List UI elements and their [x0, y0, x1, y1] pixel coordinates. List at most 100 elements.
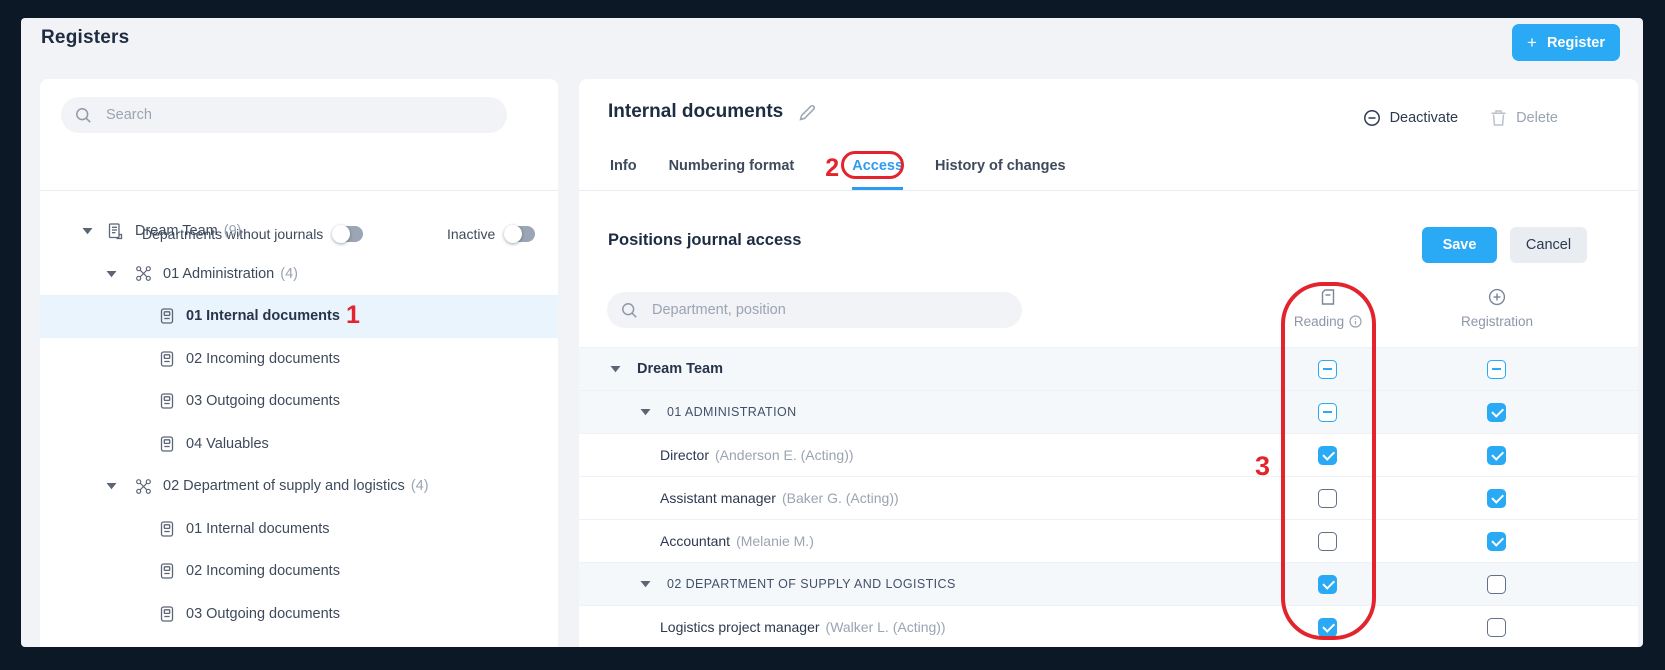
deactivate-label: Deactivate	[1390, 110, 1459, 126]
chevron-down-icon[interactable]	[82, 227, 94, 235]
chevron-down-icon[interactable]	[610, 365, 621, 373]
registration-checkbox[interactable]	[1487, 618, 1506, 637]
tree-item-label: 01 Internal documents	[186, 521, 329, 537]
tree-item-count: (9)	[224, 223, 242, 239]
tree-item[interactable]: 03 Outgoing documents	[40, 380, 558, 423]
positions-search-field[interactable]	[607, 292, 1022, 328]
plus-icon: +	[1527, 34, 1537, 51]
tree-item[interactable]: 02 Incoming documents	[40, 550, 558, 593]
tree-item[interactable]: Dream Team (9)	[40, 210, 558, 253]
tab-label: Access	[852, 158, 903, 174]
tree-item-label: Dream Team	[135, 223, 218, 239]
access-row: 01 ADMINISTRATION	[579, 390, 1638, 433]
access-row-person: (Melanie M.)	[736, 533, 814, 549]
access-row-label: 01 ADMINISTRATION	[667, 405, 797, 419]
access-row-label: Accountant	[660, 533, 730, 549]
company-icon	[106, 222, 125, 241]
department-icon	[134, 264, 153, 283]
tree-item[interactable]: 01 Administration (4)	[40, 253, 558, 296]
registration-checkbox[interactable]	[1487, 575, 1506, 594]
access-row: Assistant manager (Baker G. (Acting))	[579, 476, 1638, 519]
tree-item-label: 03 Outgoing documents	[186, 606, 340, 622]
access-row-label: Assistant manager	[660, 490, 776, 506]
journal-icon	[158, 435, 176, 453]
tree-item[interactable]: 04 Valuables	[40, 423, 558, 466]
reading-checkbox[interactable]	[1318, 618, 1337, 637]
tab-info[interactable]: Info	[610, 158, 637, 190]
tree-item-label: 03 Outgoing documents	[186, 393, 340, 409]
delete-button[interactable]: Delete	[1490, 109, 1558, 127]
reading-checkbox[interactable]	[1318, 575, 1337, 594]
registration-checkbox[interactable]	[1487, 446, 1506, 465]
tab-access[interactable]: Access2	[852, 158, 903, 190]
info-icon[interactable]	[1349, 315, 1362, 328]
access-row-person: (Baker G. (Acting))	[782, 490, 899, 506]
access-row: Logistics project manager(Walker L. (Act…	[579, 605, 1638, 647]
journal-icon	[158, 520, 176, 538]
registration-checkbox[interactable]	[1487, 489, 1506, 508]
access-row-person: (Anderson E. (Acting))	[715, 447, 854, 463]
tree-item-label: 02 Incoming documents	[186, 563, 340, 579]
deactivate-icon	[1363, 109, 1381, 127]
cancel-button[interactable]: Cancel	[1510, 227, 1587, 263]
journal-icon	[158, 392, 176, 410]
reading-checkbox[interactable]	[1318, 360, 1337, 379]
search-icon	[621, 302, 638, 319]
access-row: Accountant (Melanie M.)	[579, 519, 1638, 562]
tab-label: History of changes	[935, 158, 1066, 174]
tree-item[interactable]: 01 Internal documents	[40, 508, 558, 551]
chevron-down-icon[interactable]	[640, 408, 651, 416]
register-button-label: Register	[1547, 35, 1605, 51]
detail-header: Internal documents Deactivate	[579, 79, 1638, 191]
registration-checkbox[interactable]	[1487, 532, 1506, 551]
tree-search-input[interactable]	[104, 106, 493, 124]
tree-item[interactable]: 02 Department of supply and logistics(4)	[40, 465, 558, 508]
tab-label: Info	[610, 158, 637, 174]
reading-column-header: Reading	[1258, 287, 1398, 329]
tab-history-of-changes[interactable]: History of changes	[935, 158, 1066, 190]
registration-checkbox[interactable]	[1487, 403, 1506, 422]
reading-document-icon	[1318, 287, 1338, 307]
search-icon	[75, 107, 92, 124]
department-icon	[134, 477, 153, 496]
journal-icon	[158, 562, 176, 580]
tree-item[interactable]: 02 Incoming documents	[40, 338, 558, 381]
tab-label: Numbering format	[669, 158, 795, 174]
access-row-label: Dream Team	[637, 361, 723, 377]
access-row-label: Logistics project manager	[660, 619, 820, 635]
journal-icon	[158, 307, 176, 325]
registration-checkbox[interactable]	[1487, 360, 1506, 379]
access-row: Dream Team	[579, 347, 1638, 390]
tree-item-label: 01 Administration	[163, 266, 274, 282]
tree-item-label: 02 Incoming documents	[186, 351, 340, 367]
tree-search-field[interactable]	[61, 97, 507, 133]
chevron-down-icon[interactable]	[106, 270, 118, 278]
divider	[40, 190, 558, 191]
chevron-down-icon[interactable]	[640, 580, 651, 588]
registers-tree: Dream Team (9) 01 Administration (4) 01 Inte…	[40, 210, 558, 635]
trash-icon	[1490, 109, 1507, 127]
registers-tree-panel: Departments without journals Inactive Dr…	[40, 79, 558, 647]
deactivate-button[interactable]: Deactivate	[1363, 109, 1459, 127]
chevron-down-icon[interactable]	[106, 482, 118, 490]
access-row: Director (Anderson E. (Acting))	[579, 433, 1638, 476]
tree-item-count: (4)	[280, 266, 298, 282]
positions-access-table: Dream Team 01 ADMINISTRATION Director (Ande…	[579, 347, 1638, 647]
tree-item[interactable]: 01 Internal documents	[40, 295, 558, 338]
registration-column-header: Registration	[1427, 287, 1567, 329]
reading-column-label: Reading	[1294, 314, 1344, 329]
access-row-label: Director	[660, 447, 709, 463]
tab-numbering-format[interactable]: Numbering format	[669, 158, 795, 190]
register-button[interactable]: + Register	[1512, 24, 1620, 61]
save-button[interactable]: Save	[1422, 227, 1497, 263]
reading-checkbox[interactable]	[1318, 489, 1337, 508]
reading-checkbox[interactable]	[1318, 446, 1337, 465]
reading-checkbox[interactable]	[1318, 532, 1337, 551]
access-row-label: 02 DEPARTMENT OF SUPPLY AND LOGISTICS	[667, 577, 956, 591]
tree-item-label: 01 Internal documents	[186, 308, 340, 324]
positions-search-input[interactable]	[650, 301, 1008, 319]
tree-item[interactable]: 03 Outgoing documents	[40, 593, 558, 636]
reading-checkbox[interactable]	[1318, 403, 1337, 422]
edit-pencil-icon[interactable]	[797, 102, 818, 123]
tree-item-label: 02 Department of supply and logistics	[163, 478, 405, 494]
